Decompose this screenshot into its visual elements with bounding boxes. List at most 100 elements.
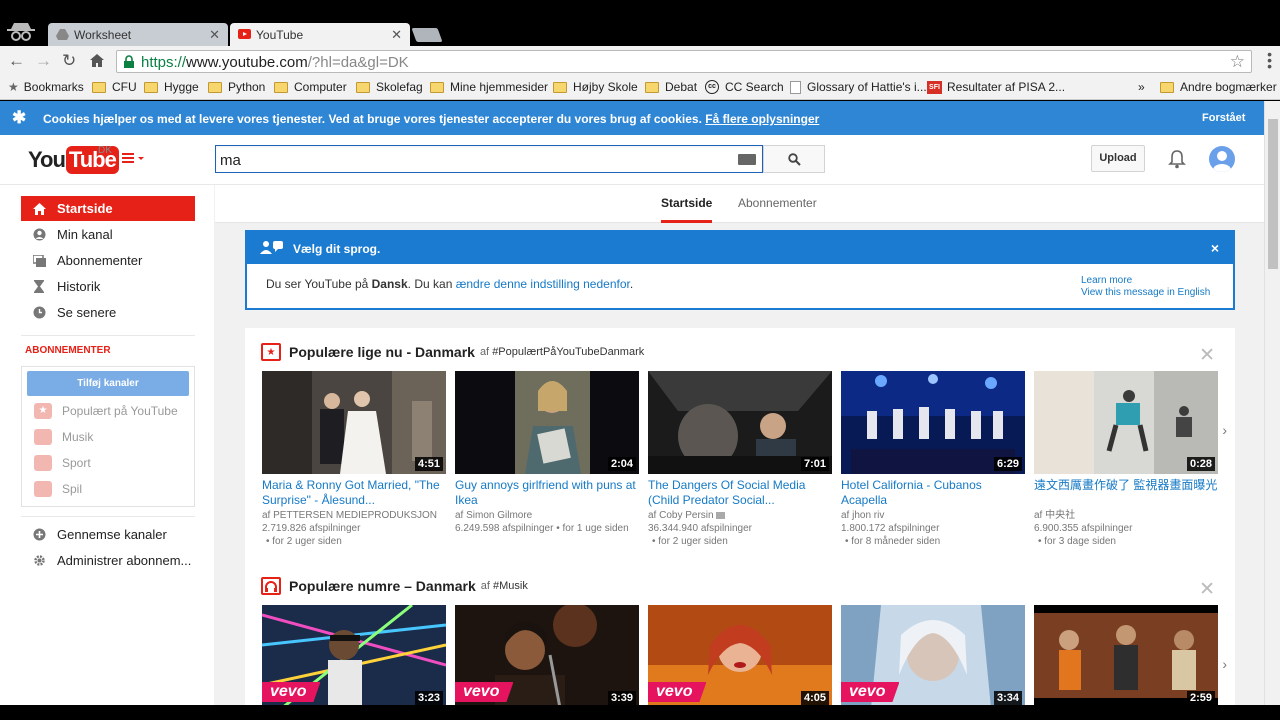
dismiss-shelf-icon[interactable]: ✕: [1199, 344, 1215, 367]
video-card[interactable]: 2:59: [1034, 605, 1218, 705]
view-in-english-link[interactable]: View this message in English: [1081, 287, 1210, 299]
video-title-link[interactable]: Hotel California - Cubanos Acapella: [841, 478, 1025, 508]
sub-item-music[interactable]: Musik: [34, 429, 93, 445]
video-title-link[interactable]: Guy annoys girlfriend with puns at Ikea: [455, 478, 639, 508]
bookmark-item[interactable]: Computer: [274, 80, 347, 94]
search-input[interactable]: [220, 150, 720, 170]
video-card[interactable]: 6:29 Hotel California - Cubanos Acapella…: [841, 371, 1025, 548]
new-tab-button[interactable]: [411, 28, 443, 42]
bookmark-item[interactable]: Højby Skole: [553, 80, 638, 94]
bookmark-item[interactable]: Glossary of Hattie's i...: [790, 80, 927, 94]
guide-item-browse-channels[interactable]: Gennemse kanaler: [21, 522, 195, 547]
bookmark-item[interactable]: Debat: [645, 80, 697, 94]
sub-item-games[interactable]: Spil: [34, 481, 82, 497]
video-card[interactable]: vevo 4:05: [648, 605, 832, 705]
video-card[interactable]: 7:01 The Dangers Of Social Media (Child …: [648, 371, 832, 548]
video-thumbnail[interactable]: vevo 3:34: [841, 605, 1025, 705]
forward-icon[interactable]: →: [35, 52, 52, 70]
shelf-tag-link[interactable]: #Musik: [493, 580, 528, 592]
bookmark-star-icon[interactable]: ☆: [1230, 52, 1245, 72]
tab-worksheet[interactable]: Worksheet ✕: [48, 23, 228, 46]
guide-item-historik[interactable]: Historik: [21, 274, 195, 299]
bookmark-item[interactable]: CFU: [92, 80, 137, 94]
video-title-link[interactable]: 遠文西厲畫作破了 監視器畫面曝光: [1034, 478, 1218, 508]
reload-icon[interactable]: ↻: [62, 52, 76, 70]
search-button[interactable]: [763, 145, 825, 173]
guide-item-startside[interactable]: Startside: [21, 196, 195, 221]
guide-item-label: Gennemse kanaler: [57, 527, 167, 542]
cookie-more-link[interactable]: Få flere oplysninger: [705, 112, 819, 126]
notifications-bell-icon[interactable]: [1168, 149, 1186, 169]
video-channel-link[interactable]: af 中央社: [1034, 509, 1218, 522]
video-card[interactable]: vevo 3:39: [455, 605, 639, 705]
bookmark-item[interactable]: ★ Bookmarks: [8, 80, 84, 94]
guide-item-manage-subs[interactable]: Administrer abonnem...: [21, 548, 195, 573]
sub-item-popular[interactable]: ★ Populært på YouTube: [34, 403, 178, 419]
video-card[interactable]: vevo 3:23: [262, 605, 446, 705]
bookmark-item[interactable]: cc CC Search: [705, 80, 784, 94]
trophy-icon: [34, 455, 52, 471]
video-thumbnail[interactable]: 2:04: [455, 371, 639, 474]
close-icon[interactable]: ×: [1211, 240, 1219, 256]
shelf-title[interactable]: Populære numre – Danmark: [289, 578, 476, 594]
guide-item-abonnementer[interactable]: Abonnementer: [21, 248, 195, 273]
address-bar[interactable]: https://www.youtube.com/?hl=da&gl=DK ☆: [116, 50, 1252, 73]
video-card[interactable]: vevo 3:34: [841, 605, 1025, 705]
bookmark-item[interactable]: Skolefag: [356, 80, 423, 94]
bookmark-item[interactable]: Mine hjemmesider: [430, 80, 548, 94]
shelf-next-arrow-icon[interactable]: ›: [1222, 422, 1227, 438]
video-card[interactable]: 4:51 Maria & Ronny Got Married, "The Sur…: [262, 371, 446, 548]
guide-sidebar: Startside Min kanal Abonnementer Histori…: [0, 185, 214, 705]
change-language-link[interactable]: ændre denne indstilling nedenfor: [456, 277, 630, 291]
bookmark-item[interactable]: Python: [208, 80, 265, 94]
upload-button[interactable]: Upload: [1091, 145, 1145, 172]
close-tab-icon[interactable]: ✕: [391, 27, 402, 43]
avatar[interactable]: [1209, 146, 1235, 172]
tab-youtube[interactable]: YouTube ✕: [230, 23, 410, 46]
video-channel-link[interactable]: af jhon riv: [841, 509, 1025, 522]
learn-more-link[interactable]: Learn more: [1081, 275, 1210, 287]
browser-toolbar: ← → ↻ https://www.youtube.com/?hl=da&gl=…: [0, 46, 1280, 76]
shelf-next-arrow-icon[interactable]: ›: [1222, 656, 1227, 672]
tab-abonnementer[interactable]: Abonnementer: [738, 196, 817, 210]
video-thumbnail[interactable]: 6:29: [841, 371, 1025, 474]
video-title-link[interactable]: Maria & Ronny Got Married, "The Surprise…: [262, 478, 446, 508]
video-card[interactable]: 2:04 Guy annoys girlfriend with puns at …: [455, 371, 639, 535]
browser-menu-icon[interactable]: • • •: [1267, 47, 1272, 73]
video-thumbnail[interactable]: 2:59: [1034, 605, 1218, 705]
scrollbar-thumb[interactable]: [1268, 119, 1278, 269]
bookmark-item[interactable]: Andre bogmærker: [1160, 80, 1277, 94]
youtube-logo[interactable]: You Tube DK: [28, 145, 119, 174]
video-thumbnail[interactable]: 4:51: [262, 371, 446, 474]
dismiss-shelf-icon[interactable]: ✕: [1199, 578, 1215, 601]
sub-item-sport[interactable]: Sport: [34, 455, 91, 471]
video-thumbnail[interactable]: vevo 4:05: [648, 605, 832, 705]
keyboard-icon[interactable]: [738, 154, 756, 165]
home-icon[interactable]: [90, 54, 104, 67]
video-thumbnail[interactable]: 0:28: [1034, 371, 1218, 474]
guide-item-min-kanal[interactable]: Min kanal: [21, 222, 195, 247]
video-channel-link[interactable]: af PETTERSEN MEDIEPRODUKSJON: [262, 509, 446, 522]
video-title-link[interactable]: The Dangers Of Social Media (Child Preda…: [648, 478, 832, 508]
guide-item-se-senere[interactable]: Se senere: [21, 300, 195, 325]
video-channel-link[interactable]: af Coby Persin: [648, 509, 832, 522]
bookmark-item[interactable]: SFI Resultater af PISA 2...: [927, 80, 1065, 94]
add-channels-button[interactable]: Tilføj kanaler: [27, 371, 189, 396]
video-thumbnail[interactable]: vevo 3:23: [262, 605, 446, 705]
video-thumbnail[interactable]: vevo 3:39: [455, 605, 639, 705]
bookmarks-overflow-button[interactable]: »: [1138, 80, 1145, 94]
shelf-title[interactable]: Populære lige nu - Danmark: [289, 344, 475, 360]
bookmark-item[interactable]: Hygge: [144, 80, 199, 94]
shelf-tag-link[interactable]: #PopulærtPåYouTubeDanmark: [492, 346, 644, 358]
cookie-accept-button[interactable]: Forstået: [1202, 112, 1245, 124]
video-card[interactable]: 0:28 遠文西厲畫作破了 監視器畫面曝光 af 中央社 6.900.355 a…: [1034, 371, 1218, 548]
back-icon[interactable]: ←: [8, 52, 25, 70]
tab-startside[interactable]: Startside: [661, 196, 713, 223]
video-thumbnail[interactable]: 7:01: [648, 371, 832, 474]
search-box[interactable]: [215, 145, 763, 173]
close-tab-icon[interactable]: ✕: [209, 27, 220, 43]
guide-item-label: Min kanal: [57, 227, 113, 242]
page-scrollbar[interactable]: [1264, 101, 1280, 705]
guide-menu-icon[interactable]: [122, 153, 146, 165]
video-channel-link[interactable]: af Simon Gilmore: [455, 509, 639, 522]
